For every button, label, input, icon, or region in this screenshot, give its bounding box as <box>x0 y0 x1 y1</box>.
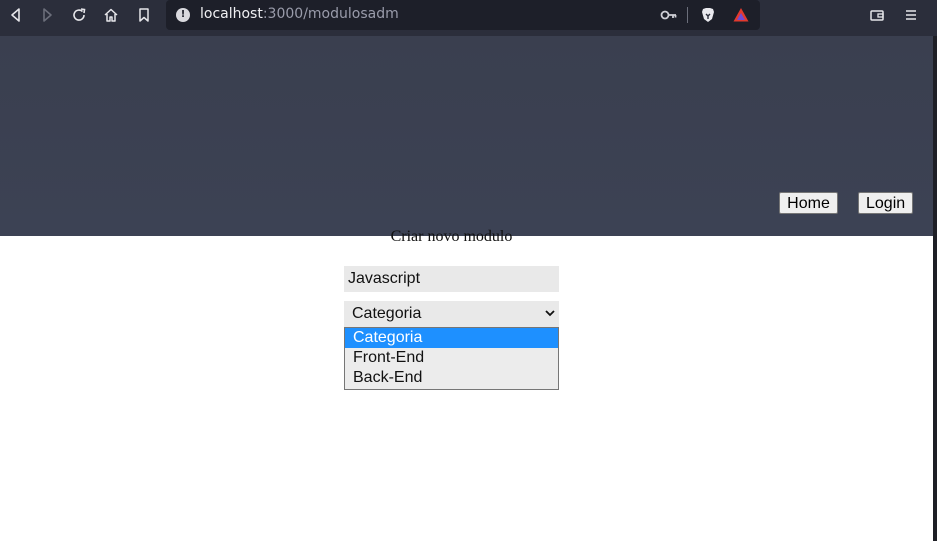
back-icon <box>11 8 20 22</box>
brave-shield-icon[interactable] <box>699 6 717 24</box>
category-option-categoria[interactable]: Categoria <box>345 328 558 348</box>
wallet-button[interactable] <box>863 4 891 26</box>
window-edge <box>933 36 937 541</box>
login-nav-button[interactable]: Login <box>858 192 913 214</box>
category-option-back-end[interactable]: Back-End <box>345 368 558 388</box>
url-text[interactable]: localhost:3000/modulosadm <box>200 6 399 22</box>
forward-icon <box>43 8 52 22</box>
page-content: Home Login Criar novo modulo Javascript … <box>0 36 933 541</box>
menu-button[interactable] <box>897 4 925 26</box>
url-path: :3000/modulosadm <box>262 6 399 22</box>
home-button[interactable] <box>97 4 125 26</box>
bookmark-button[interactable] <box>130 4 158 26</box>
address-bar[interactable]: ! localhost:3000/modulosadm <box>166 0 760 30</box>
home-nav-button[interactable]: Home <box>779 192 838 214</box>
reload-button[interactable] <box>65 4 93 26</box>
category-dropdown: Categoria Front-End Back-End <box>344 327 559 390</box>
reload-icon <box>73 8 86 21</box>
info-icon[interactable]: ! <box>176 8 190 22</box>
url-host: localhost <box>200 6 263 22</box>
key-icon[interactable] <box>660 7 678 23</box>
module-name-input[interactable]: Javascript <box>344 266 559 292</box>
chevron-down-icon <box>545 310 555 317</box>
menu-icon <box>906 10 916 20</box>
site-header: Home Login <box>0 36 933 236</box>
url-divider <box>687 7 688 23</box>
brave-rewards-icon[interactable] <box>732 6 750 24</box>
category-select[interactable]: Categoria <box>344 301 559 327</box>
category-select-value: Categoria <box>352 305 422 322</box>
bookmark-icon <box>139 8 149 22</box>
back-button[interactable] <box>2 4 30 26</box>
browser-toolbar: ! localhost:3000/modulosadm <box>0 0 937 36</box>
forward-button[interactable] <box>33 4 61 26</box>
wallet-icon <box>870 10 884 21</box>
category-option-front-end[interactable]: Front-End <box>345 348 558 368</box>
form-title: Criar novo modulo <box>390 228 513 245</box>
home-icon <box>104 8 118 22</box>
